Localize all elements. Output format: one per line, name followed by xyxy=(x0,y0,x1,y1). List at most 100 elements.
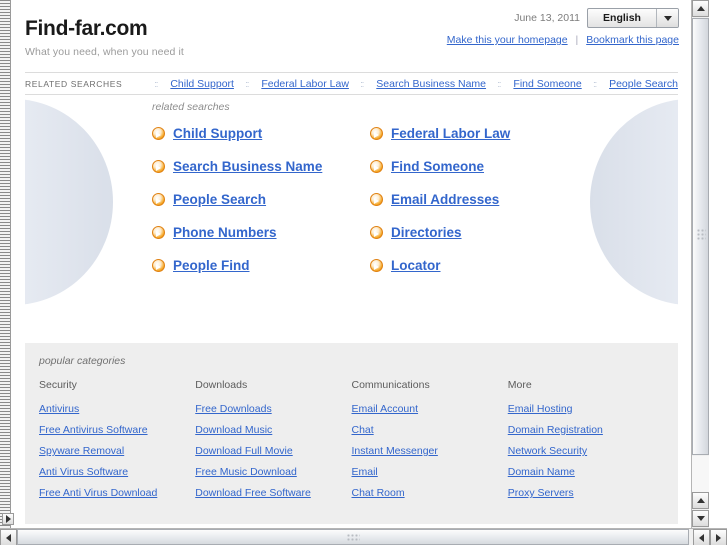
scroll-left-button[interactable] xyxy=(0,529,17,545)
related-strip-item: :: Find Someone xyxy=(497,78,581,90)
pop-link-free-anti-virus-download[interactable]: Free Anti Virus Download xyxy=(39,487,157,499)
strip-separator: :: xyxy=(360,78,364,89)
column-heading: Communications xyxy=(351,379,430,391)
header-link-separator: | xyxy=(575,34,579,46)
hero-caption: related searches xyxy=(152,101,230,113)
site-title: Find-far.com xyxy=(25,17,148,40)
related-link-item[interactable]: Locator xyxy=(370,258,678,273)
arrow-right-circle-icon xyxy=(152,127,165,140)
pop-link-chat[interactable]: Chat xyxy=(352,424,374,436)
pop-link-free-antivirus-software[interactable]: Free Antivirus Software xyxy=(39,424,148,436)
pop-link-spyware-removal[interactable]: Spyware Removal xyxy=(39,445,124,457)
pop-link-free-downloads[interactable]: Free Downloads xyxy=(195,403,271,415)
hero-inner: related searches Child Support Federal L… xyxy=(25,95,678,273)
strip-link-federal-labor-law[interactable]: Federal Labor Law xyxy=(261,78,349,90)
pop-link-email-account[interactable]: Email Account xyxy=(352,403,419,415)
scroll-up-button[interactable] xyxy=(692,0,709,17)
vertical-scrollbar[interactable] xyxy=(691,0,709,528)
arrow-right-circle-icon xyxy=(370,226,383,239)
column-heading: Security xyxy=(39,379,77,391)
popular-categories-caption: popular categories xyxy=(39,355,126,367)
related-link-item[interactable]: Find Someone xyxy=(370,159,678,174)
arrow-right-circle-icon xyxy=(370,160,383,173)
link-child-support[interactable]: Child Support xyxy=(173,126,262,141)
scroll-left-button-right-group[interactable] xyxy=(693,529,710,545)
link-federal-labor-law[interactable]: Federal Labor Law xyxy=(391,126,510,141)
link-email-addresses[interactable]: Email Addresses xyxy=(391,192,499,207)
related-link-item[interactable]: Directories xyxy=(370,225,678,240)
strip-link-find-someone[interactable]: Find Someone xyxy=(513,78,581,90)
strip-link-search-business-name[interactable]: Search Business Name xyxy=(376,78,486,90)
make-homepage-link[interactable]: Make this your homepage xyxy=(447,34,568,46)
pop-link-antivirus[interactable]: Antivirus xyxy=(39,403,79,415)
link-directories[interactable]: Directories xyxy=(391,225,462,240)
related-link-item[interactable]: Federal Labor Law xyxy=(370,126,678,141)
related-links-grid: Child Support Federal Labor Law Search B… xyxy=(152,126,678,273)
language-select[interactable]: English xyxy=(587,8,679,28)
window-left-edge-decoration xyxy=(0,0,11,528)
arrow-right-circle-icon xyxy=(370,127,383,140)
current-date: June 13, 2011 xyxy=(514,12,580,24)
scroll-thumb-grip xyxy=(347,534,360,542)
pop-link-domain-name[interactable]: Domain Name xyxy=(508,466,575,478)
horizontal-scrollbar[interactable] xyxy=(0,528,727,545)
date-and-language-row: June 13, 2011 English xyxy=(447,8,679,28)
pop-link-instant-messenger[interactable]: Instant Messenger xyxy=(352,445,438,457)
arrow-right-circle-icon xyxy=(152,160,165,173)
related-strip-item: :: People Search xyxy=(593,78,678,90)
pop-link-network-security[interactable]: Network Security xyxy=(508,445,587,457)
related-link-item[interactable]: Child Support xyxy=(152,126,370,141)
scroll-right-button[interactable] xyxy=(710,529,727,545)
vertical-scroll-thumb[interactable] xyxy=(692,18,709,455)
link-people-search[interactable]: People Search xyxy=(173,192,266,207)
link-locator[interactable]: Locator xyxy=(391,258,441,273)
pop-link-proxy-servers[interactable]: Proxy Servers xyxy=(508,487,574,499)
strip-link-child-support[interactable]: Child Support xyxy=(170,78,234,90)
pop-link-domain-registration[interactable]: Domain Registration xyxy=(508,424,603,436)
pop-link-email[interactable]: Email xyxy=(352,466,378,478)
pop-link-download-free-software[interactable]: Download Free Software xyxy=(195,487,311,499)
bookmark-page-link[interactable]: Bookmark this page xyxy=(586,34,679,46)
horizontal-scroll-thumb[interactable] xyxy=(17,529,689,545)
pop-link-chat-room[interactable]: Chat Room xyxy=(352,487,405,499)
pop-link-email-hosting[interactable]: Email Hosting xyxy=(508,403,573,415)
scroll-down-button[interactable] xyxy=(692,510,709,527)
scroll-up-button-lower[interactable] xyxy=(692,492,709,509)
header-links: Make this your homepage | Bookmark this … xyxy=(447,34,679,46)
related-link-item[interactable]: Search Business Name xyxy=(152,159,370,174)
strip-link-people-search[interactable]: People Search xyxy=(609,78,678,90)
horizontal-scroll-buttons xyxy=(693,529,727,545)
arrow-right-circle-icon xyxy=(152,193,165,206)
link-phone-numbers[interactable]: Phone Numbers xyxy=(173,225,277,240)
pop-link-download-full-movie[interactable]: Download Full Movie xyxy=(195,445,292,457)
related-link-item[interactable]: People Search xyxy=(152,192,370,207)
related-link-item[interactable]: Phone Numbers xyxy=(152,225,370,240)
link-search-business-name[interactable]: Search Business Name xyxy=(173,159,322,174)
link-find-someone[interactable]: Find Someone xyxy=(391,159,484,174)
popular-column-communications: Communications Email Account Chat Instan… xyxy=(352,379,508,508)
related-searches-hero: related searches Child Support Federal L… xyxy=(25,95,678,327)
related-searches-label: RELATED SEARCHES xyxy=(25,78,123,89)
pop-link-free-music-download[interactable]: Free Music Download xyxy=(195,466,297,478)
pop-link-download-music[interactable]: Download Music xyxy=(195,424,272,436)
column-heading: More xyxy=(507,379,532,391)
strip-separator: :: xyxy=(593,78,597,89)
chevron-down-icon[interactable] xyxy=(656,9,678,27)
related-link-item[interactable]: People Find xyxy=(152,258,370,273)
related-strip-item: :: Federal Labor Law xyxy=(245,78,349,90)
vertical-scroll-track[interactable] xyxy=(692,456,709,492)
popular-column-downloads: Downloads Free Downloads Download Music … xyxy=(195,379,351,508)
link-people-find[interactable]: People Find xyxy=(173,258,250,273)
related-link-item[interactable]: Email Addresses xyxy=(370,192,678,207)
arrow-right-circle-icon xyxy=(370,259,383,272)
pop-link-anti-virus-software[interactable]: Anti Virus Software xyxy=(39,466,128,478)
resize-corner-marker[interactable] xyxy=(2,513,14,525)
arrow-right-circle-icon xyxy=(152,259,165,272)
arrow-right-circle-icon xyxy=(370,193,383,206)
site-header: Find-far.com What you need, when you nee… xyxy=(12,0,691,62)
related-strip-item: :: Child Support xyxy=(154,78,234,90)
related-searches-strip: RELATED SEARCHES :: Child Support :: Fed… xyxy=(25,72,678,95)
strip-separator: :: xyxy=(245,78,249,89)
browser-window: Find-far.com What you need, when you nee… xyxy=(0,0,727,545)
strip-separator: :: xyxy=(154,78,158,89)
